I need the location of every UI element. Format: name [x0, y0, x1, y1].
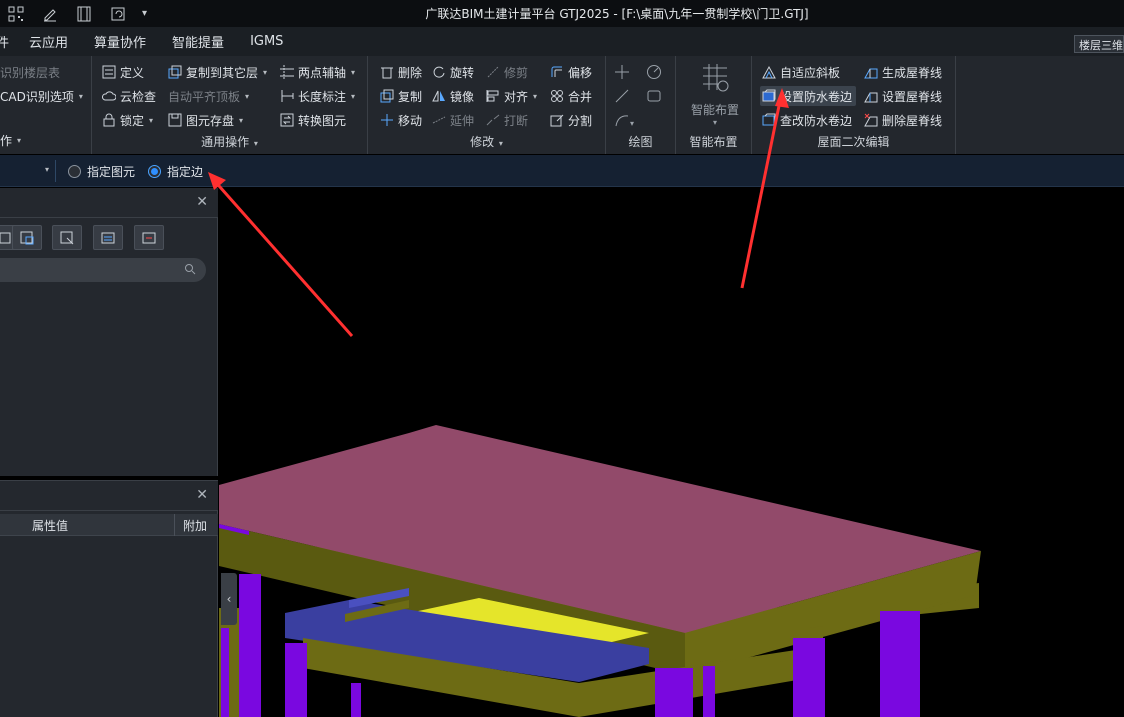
arrow-to-specify-edge	[208, 172, 354, 337]
arrow-to-set-waterproof	[740, 88, 789, 289]
annotation-arrows	[208, 88, 789, 337]
